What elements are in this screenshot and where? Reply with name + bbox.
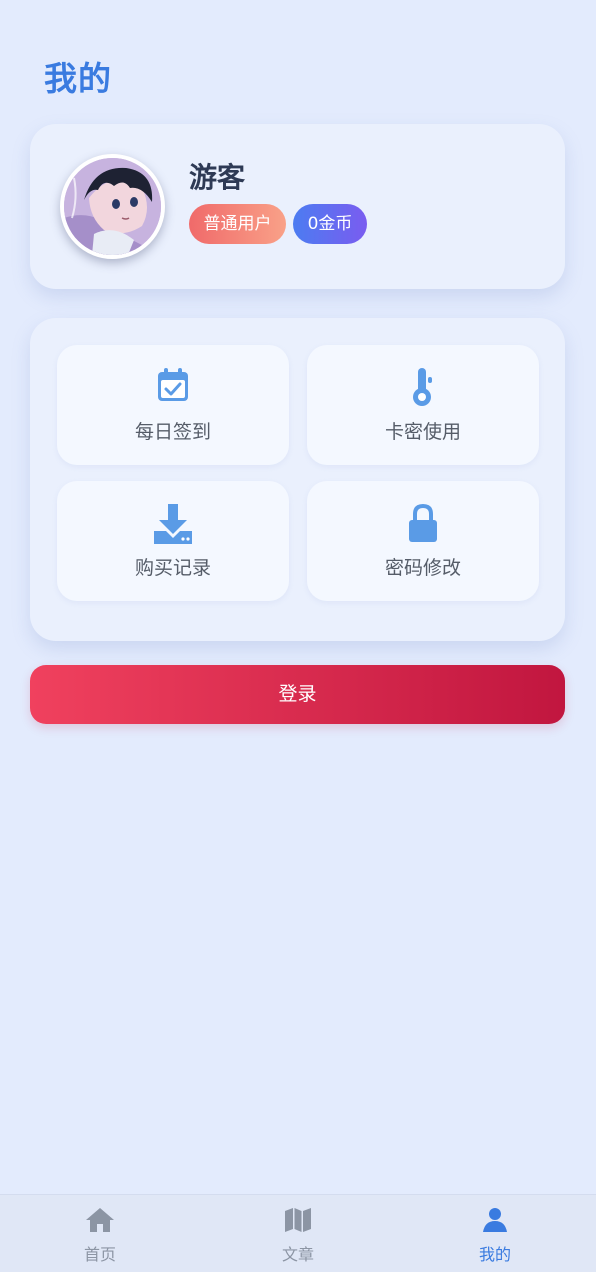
tile-label: 每日签到 bbox=[134, 421, 211, 443]
tile-label: 卡密使用 bbox=[384, 421, 461, 443]
tile-label: 密码修改 bbox=[384, 557, 461, 579]
bottom-tabbar: 首页 文章 我的 bbox=[0, 1194, 596, 1272]
my-page: 我的 游客 普通用户 0金币 每日签到 卡密使用 购买记录 密码修改 登录 首页… bbox=[0, 0, 596, 1272]
login-button[interactable]: 登录 bbox=[30, 665, 565, 724]
purchase-history-tile[interactable]: 购买记录 bbox=[57, 481, 289, 601]
map-icon bbox=[238, 1207, 358, 1233]
tab-label: 首页 bbox=[83, 1245, 116, 1264]
tab-label: 文章 bbox=[281, 1245, 314, 1264]
tab-home[interactable]: 首页 bbox=[40, 1195, 160, 1272]
tab-label: 我的 bbox=[478, 1245, 511, 1264]
role-badge: 普通用户 bbox=[189, 204, 286, 244]
user-icon bbox=[435, 1207, 555, 1233]
card-key-tile[interactable]: 卡密使用 bbox=[307, 345, 539, 465]
tile-label: 购买记录 bbox=[134, 557, 211, 579]
username: 游客 bbox=[189, 161, 246, 194]
avatar[interactable] bbox=[60, 154, 165, 259]
lock-icon bbox=[307, 503, 539, 543]
change-password-tile[interactable]: 密码修改 bbox=[307, 481, 539, 601]
download-icon bbox=[57, 503, 289, 544]
coins-badge: 0金币 bbox=[293, 204, 367, 244]
tab-articles[interactable]: 文章 bbox=[238, 1195, 358, 1272]
home-icon bbox=[40, 1207, 160, 1233]
calendar-check-icon bbox=[57, 367, 289, 407]
tab-me[interactable]: 我的 bbox=[435, 1195, 555, 1272]
page-title: 我的 bbox=[44, 59, 112, 98]
thermometer-icon bbox=[307, 367, 539, 407]
daily-checkin-tile[interactable]: 每日签到 bbox=[57, 345, 289, 465]
